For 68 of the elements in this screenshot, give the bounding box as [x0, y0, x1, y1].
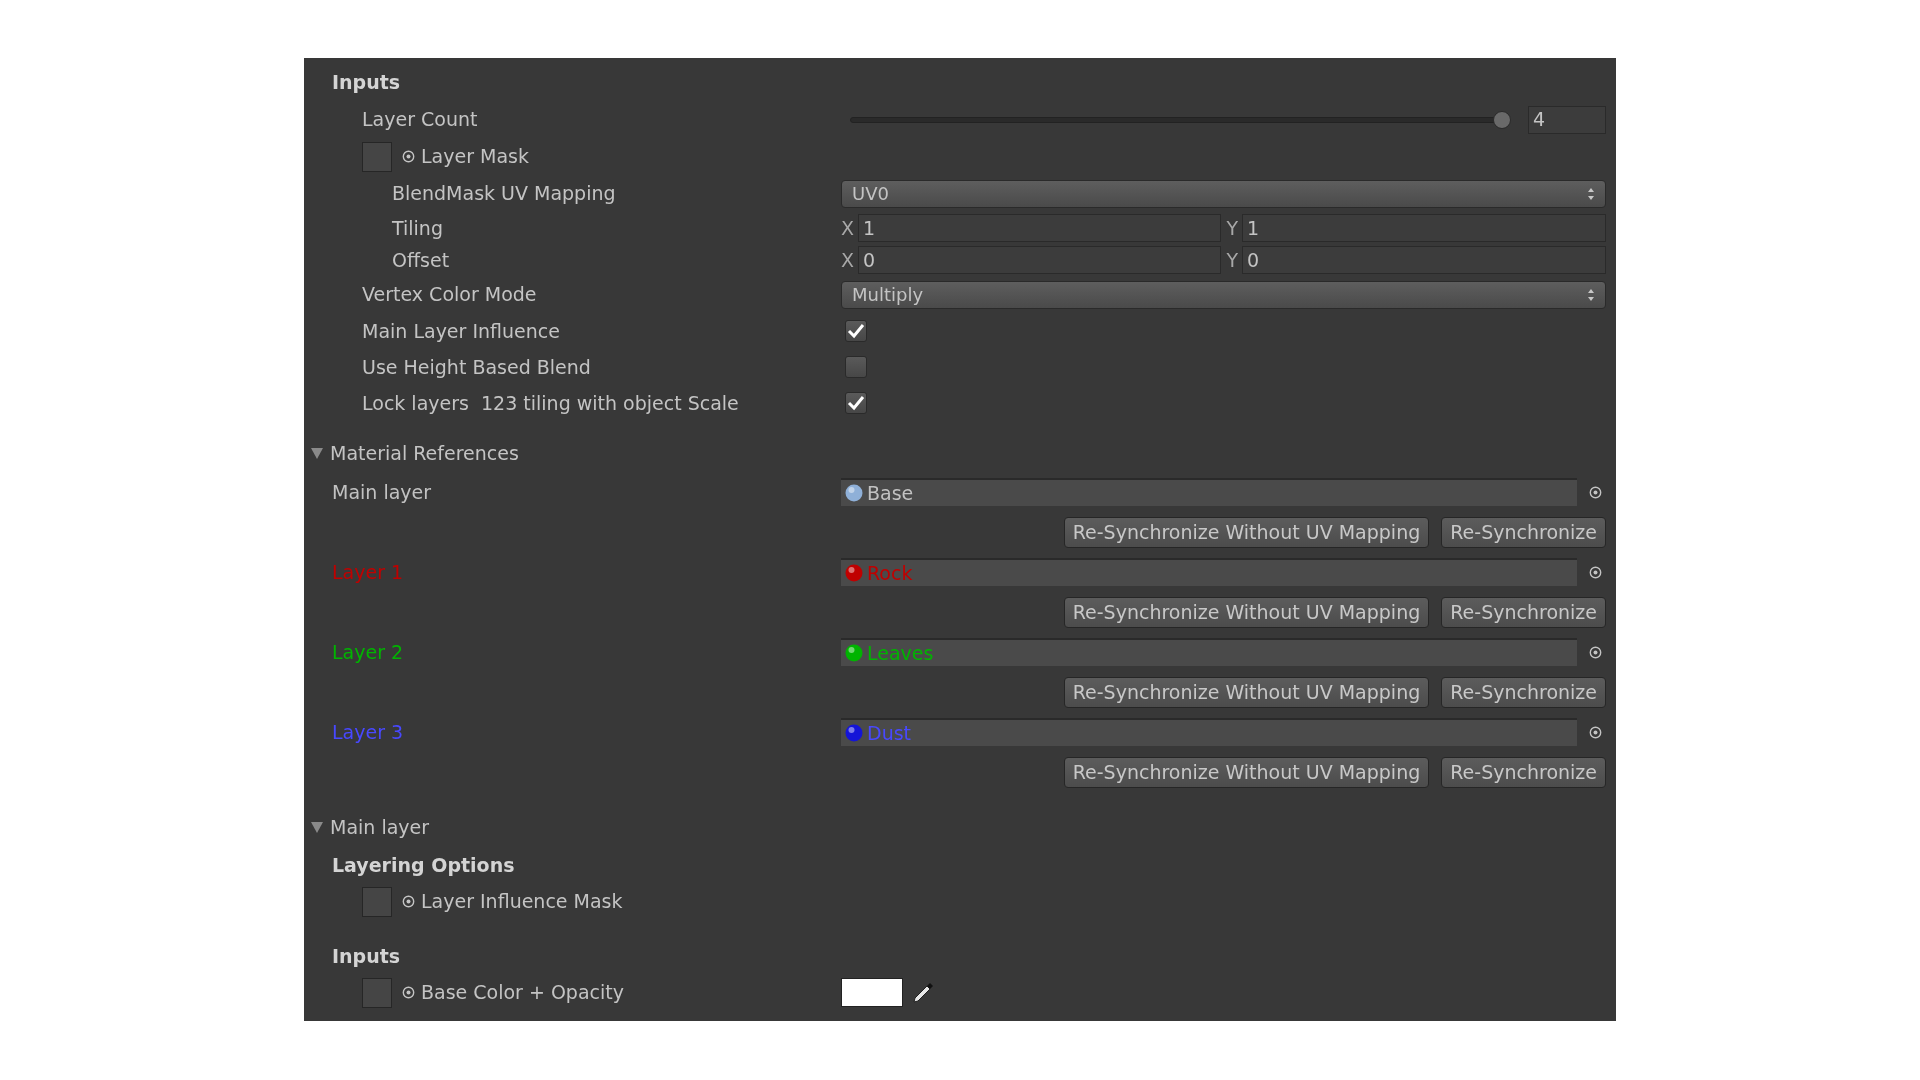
slider-thumb[interactable] [1493, 110, 1511, 129]
number-field[interactable]: 1 [1242, 214, 1606, 242]
axis-label: X [841, 215, 855, 241]
material-sphere-icon [845, 564, 863, 582]
object-picker-icon[interactable] [402, 986, 415, 999]
number-field[interactable]: 4 [1528, 105, 1606, 134]
field-label: Layer Mask [421, 144, 529, 170]
field-label: Base Color + Opacity [421, 980, 624, 1006]
section-header: Inputs [332, 943, 401, 969]
field-label: Layer 2 [332, 640, 404, 663]
field-label: Lock layers 123 tiling with object Scale [362, 391, 739, 414]
resync-button[interactable]: Re-Synchronize [1441, 596, 1606, 628]
field-label: Layer Influence Mask [421, 889, 623, 915]
up-down-arrows-icon [1587, 186, 1595, 201]
foldout-title[interactable]: Main layer [330, 812, 430, 842]
checkmark-icon [847, 323, 865, 339]
resync-button[interactable]: Re-Synchronize Without UV Mapping [1063, 516, 1430, 548]
object-picker-icon[interactable] [1589, 565, 1602, 579]
field-label: Main Layer Influence [362, 319, 560, 342]
expanded-triangle-icon[interactable] [310, 820, 324, 834]
checkbox[interactable] [845, 356, 867, 378]
checkmark-icon [847, 395, 865, 411]
section-header: Layering Options [332, 852, 515, 878]
foldout-title[interactable]: Material References [330, 438, 519, 468]
object-picker-icon[interactable] [402, 150, 415, 163]
object-picker-icon[interactable] [1589, 645, 1602, 659]
object-picker-icon[interactable] [1589, 485, 1602, 499]
number-field[interactable]: 0 [858, 246, 1221, 274]
field-label: Vertex Color Mode [362, 283, 537, 306]
resync-button[interactable]: Re-Synchronize Without UV Mapping [1063, 596, 1430, 628]
material-name: Rock [867, 560, 913, 586]
resync-button[interactable]: Re-Synchronize [1441, 676, 1606, 708]
axis-label: X [841, 247, 855, 273]
material-sphere-icon [845, 484, 863, 502]
resync-button[interactable]: Re-Synchronize Without UV Mapping [1063, 676, 1430, 708]
dropdown[interactable]: UV0 [841, 179, 1606, 208]
material-name: Base [867, 480, 914, 506]
field-label: Tiling [392, 216, 443, 239]
material-field[interactable]: Base [841, 478, 1577, 506]
material-sphere-icon [845, 724, 863, 742]
field-label: BlendMask UV Mapping [392, 182, 616, 205]
field-label: Offset [392, 248, 450, 271]
field-label: Layer Count [362, 108, 478, 131]
section-header: Inputs [332, 69, 401, 95]
material-name: Dust [867, 720, 912, 746]
resync-button[interactable]: Re-Synchronize Without UV Mapping [1063, 756, 1430, 788]
up-down-arrows-icon [1587, 287, 1595, 302]
material-name: Leaves [867, 640, 934, 666]
field-label: Use Height Based Blend [362, 355, 591, 378]
axis-label: Y [1226, 247, 1239, 273]
eyedropper-icon[interactable] [911, 980, 935, 1005]
checkbox[interactable] [845, 392, 867, 414]
axis-label: Y [1226, 215, 1239, 241]
color-swatch[interactable] [841, 978, 903, 1007]
dropdown[interactable]: Multiply [841, 280, 1606, 309]
number-field[interactable]: 1 [858, 214, 1221, 242]
field-label: Layer 1 [332, 560, 404, 583]
checkbox[interactable] [845, 320, 867, 342]
resync-button[interactable]: Re-Synchronize [1441, 516, 1606, 548]
field-label: Main layer [332, 480, 432, 503]
material-field[interactable]: Leaves [841, 638, 1577, 666]
field-label: Layer 3 [332, 720, 404, 743]
number-field[interactable]: 0 [1242, 246, 1606, 274]
object-picker-icon[interactable] [402, 895, 415, 908]
resync-button[interactable]: Re-Synchronize [1441, 756, 1606, 788]
material-sphere-icon [845, 644, 863, 662]
object-picker-icon[interactable] [1589, 725, 1602, 739]
expanded-triangle-icon[interactable] [310, 446, 324, 460]
